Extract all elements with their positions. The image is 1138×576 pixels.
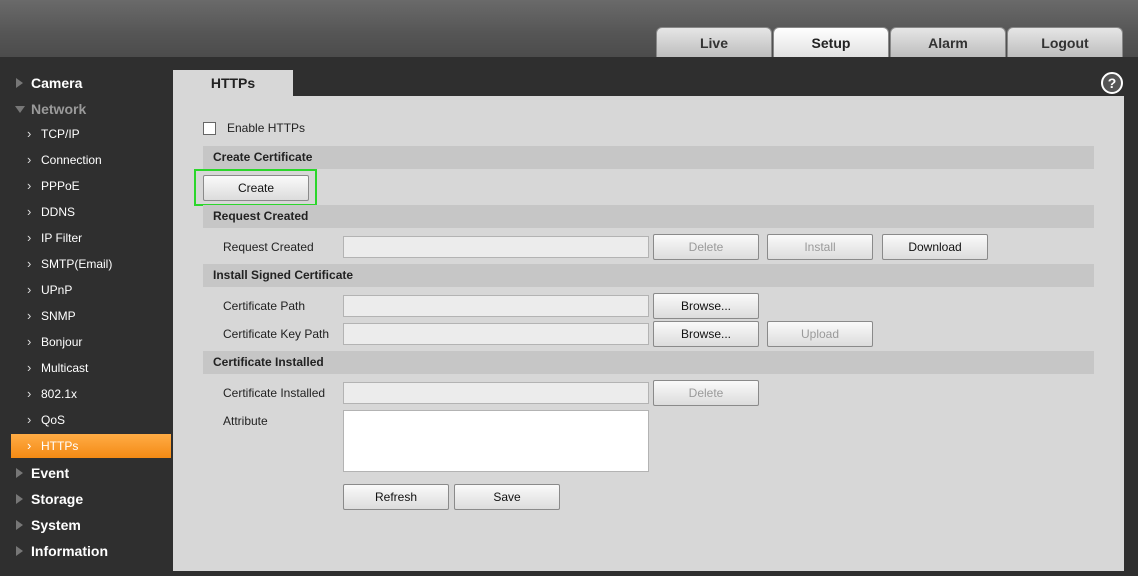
sidebar-item-label: TCP/IP — [41, 127, 80, 141]
sidebar-item-label: SMTP(Email) — [41, 257, 113, 271]
tab-alarm[interactable]: Alarm — [890, 27, 1006, 57]
chevron-right-icon: › — [27, 308, 32, 323]
enable-https-label: Enable HTTPs — [227, 121, 306, 135]
browse-key-button[interactable]: Browse... — [653, 321, 759, 347]
chevron-right-icon: › — [27, 360, 32, 375]
create-button-highlight — [194, 169, 317, 206]
triangle-right-icon — [16, 520, 23, 530]
sidebar-item-qos[interactable]: › QoS — [11, 408, 171, 432]
installed-delete-button[interactable]: Delete — [653, 380, 759, 406]
attribute-label: Attribute — [223, 414, 268, 428]
chevron-right-icon: › — [27, 126, 32, 141]
sidebar-item-8021x[interactable]: › 802.1x — [11, 382, 171, 406]
triangle-right-icon — [16, 78, 23, 88]
certificate-key-path-label: Certificate Key Path — [223, 327, 330, 341]
sidebar-item-label: PPPoE — [41, 179, 80, 193]
sidebar-item-smtp[interactable]: › SMTP(Email) — [11, 252, 171, 276]
sidebar-item-pppoe[interactable]: › PPPoE — [11, 174, 171, 198]
sidebar-item-label: HTTPs — [41, 439, 79, 453]
sidebar-item-label: Information — [31, 543, 108, 559]
sidebar-item-label: QoS — [41, 413, 66, 427]
tab-setup[interactable]: Setup — [773, 27, 889, 57]
sidebar-item-camera[interactable]: Camera — [0, 70, 172, 96]
certificate-key-path-field[interactable] — [343, 323, 649, 345]
help-icon[interactable]: ? — [1101, 72, 1123, 94]
sidebar-item-bonjour[interactable]: › Bonjour — [11, 330, 171, 354]
sidebar-item-snmp[interactable]: › SNMP — [11, 304, 171, 328]
chevron-right-icon: › — [27, 386, 32, 401]
triangle-down-icon — [15, 106, 25, 113]
sidebar-item-label: Connection — [41, 153, 102, 167]
section-create-certificate: Create Certificate — [203, 146, 1094, 169]
chevron-right-icon: › — [27, 230, 32, 245]
sidebar: Camera Network › TCP/IP › Connection › P… — [0, 57, 172, 576]
chevron-right-icon: › — [27, 256, 32, 271]
sidebar-item-label: DDNS — [41, 205, 76, 219]
sidebar-item-label: UPnP — [41, 283, 73, 297]
chevron-right-icon: › — [27, 334, 32, 349]
upload-button[interactable]: Upload — [767, 321, 873, 347]
page-title: HTTPs — [173, 70, 293, 97]
install-button[interactable]: Install — [767, 234, 873, 260]
sidebar-item-ip-filter[interactable]: › IP Filter — [11, 226, 171, 250]
certificate-installed-field[interactable] — [343, 382, 649, 404]
triangle-right-icon — [16, 468, 23, 478]
chevron-right-icon: › — [27, 282, 32, 297]
sidebar-item-tcpip[interactable]: › TCP/IP — [11, 122, 171, 146]
request-delete-button[interactable]: Delete — [653, 234, 759, 260]
chevron-right-icon: › — [27, 178, 32, 193]
sidebar-item-label: Camera — [31, 75, 83, 91]
triangle-right-icon — [16, 494, 23, 504]
sidebar-item-information[interactable]: Information — [0, 538, 172, 564]
download-button[interactable]: Download — [882, 234, 988, 260]
browse-certificate-button[interactable]: Browse... — [653, 293, 759, 319]
sidebar-item-event[interactable]: Event — [0, 460, 172, 486]
attribute-textarea[interactable] — [343, 410, 649, 472]
chevron-right-icon: › — [27, 412, 32, 427]
enable-https-checkbox[interactable] — [203, 122, 216, 135]
sidebar-item-label: IP Filter — [41, 231, 83, 245]
sidebar-item-system[interactable]: System — [0, 512, 172, 538]
certificate-installed-label: Certificate Installed — [223, 386, 326, 400]
sidebar-item-ddns[interactable]: › DDNS — [11, 200, 171, 224]
sidebar-item-upnp[interactable]: › UPnP — [11, 278, 171, 302]
triangle-right-icon — [16, 546, 23, 556]
chevron-right-icon: › — [27, 152, 32, 167]
request-created-field[interactable] — [343, 236, 649, 258]
section-request-created: Request Created — [203, 205, 1094, 228]
sidebar-item-https[interactable]: › HTTPs — [11, 434, 171, 458]
sidebar-item-label: Storage — [31, 491, 84, 507]
chevron-right-icon: › — [27, 204, 32, 219]
refresh-button[interactable]: Refresh — [343, 484, 449, 510]
sidebar-item-network[interactable]: Network — [0, 96, 172, 122]
sidebar-item-label: Multicast — [41, 361, 89, 375]
top-bar: Live Setup Alarm Logout — [0, 0, 1138, 57]
sidebar-item-label: SNMP — [41, 309, 76, 323]
tab-live[interactable]: Live — [656, 27, 772, 57]
tab-logout[interactable]: Logout — [1007, 27, 1123, 57]
request-created-label: Request Created — [223, 240, 314, 254]
sidebar-item-label: Network — [31, 101, 87, 117]
chevron-right-icon: › — [27, 438, 32, 453]
sidebar-item-label: Bonjour — [41, 335, 83, 349]
sidebar-item-multicast[interactable]: › Multicast — [11, 356, 171, 380]
sidebar-item-label: 802.1x — [41, 387, 78, 401]
save-button[interactable]: Save — [454, 484, 560, 510]
sidebar-item-label: Event — [31, 465, 70, 481]
sidebar-item-connection[interactable]: › Connection — [11, 148, 171, 172]
section-install-signed-certificate: Install Signed Certificate — [203, 264, 1094, 287]
sidebar-item-label: System — [31, 517, 81, 533]
certificate-path-field[interactable] — [343, 295, 649, 317]
section-certificate-installed: Certificate Installed — [203, 351, 1094, 374]
certificate-path-label: Certificate Path — [223, 299, 306, 313]
sidebar-item-storage[interactable]: Storage — [0, 486, 172, 512]
